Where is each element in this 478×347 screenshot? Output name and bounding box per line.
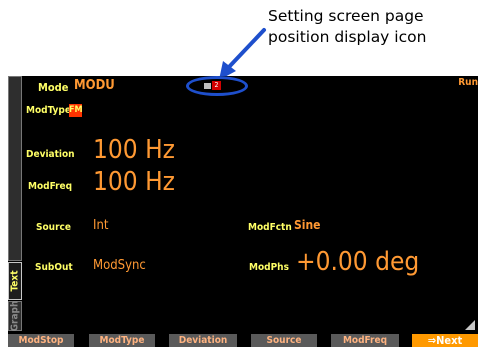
- instrument-screen: Text Graph Mode MODU 2 Run ModType FM De…: [8, 76, 478, 347]
- softkey-deviation[interactable]: Deviation: [169, 334, 237, 347]
- tab-text[interactable]: Text: [8, 262, 22, 300]
- callout-line-2: position display icon: [268, 28, 427, 46]
- tab-graph[interactable]: Graph: [8, 301, 22, 331]
- modtype-value[interactable]: FM: [69, 104, 83, 117]
- resize-corner-icon: [465, 320, 475, 330]
- modphs-value[interactable]: +0.00 deg: [296, 247, 419, 277]
- modfreq-value[interactable]: 100 Hz: [93, 167, 175, 197]
- modtype-label: ModType: [26, 105, 71, 116]
- softkey-bar: ModStop ModType Deviation Source ModFreq…: [8, 334, 478, 347]
- softkey-modtype[interactable]: ModType: [89, 334, 155, 347]
- annotation-callout: Setting screen page position display ico…: [268, 6, 473, 48]
- highlight-ring: [186, 76, 248, 96]
- subout-label: SubOut: [35, 262, 73, 273]
- deviation-value[interactable]: 100 Hz: [93, 135, 175, 165]
- source-label: Source: [36, 222, 71, 233]
- modfreq-label: ModFreq: [28, 181, 73, 192]
- mode-value[interactable]: MODU: [74, 78, 115, 93]
- callout-line-1: Setting screen page: [268, 7, 424, 25]
- run-status-badge: Run: [458, 77, 478, 88]
- softkey-next[interactable]: ⇒Next: [412, 334, 478, 347]
- modphs-label: ModPhs: [249, 262, 289, 273]
- deviation-label: Deviation: [26, 149, 75, 160]
- softkey-modfreq[interactable]: ModFreq: [331, 334, 399, 347]
- mode-label: Mode: [38, 81, 69, 94]
- source-value[interactable]: Int: [93, 218, 108, 233]
- modfctn-label: ModFctn: [248, 222, 292, 233]
- modfctn-value[interactable]: Sine: [294, 218, 320, 232]
- subout-value[interactable]: ModSync: [93, 258, 146, 273]
- side-tab-strip: [8, 76, 22, 261]
- softkey-source[interactable]: Source: [251, 334, 317, 347]
- softkey-modstop[interactable]: ModStop: [8, 334, 74, 347]
